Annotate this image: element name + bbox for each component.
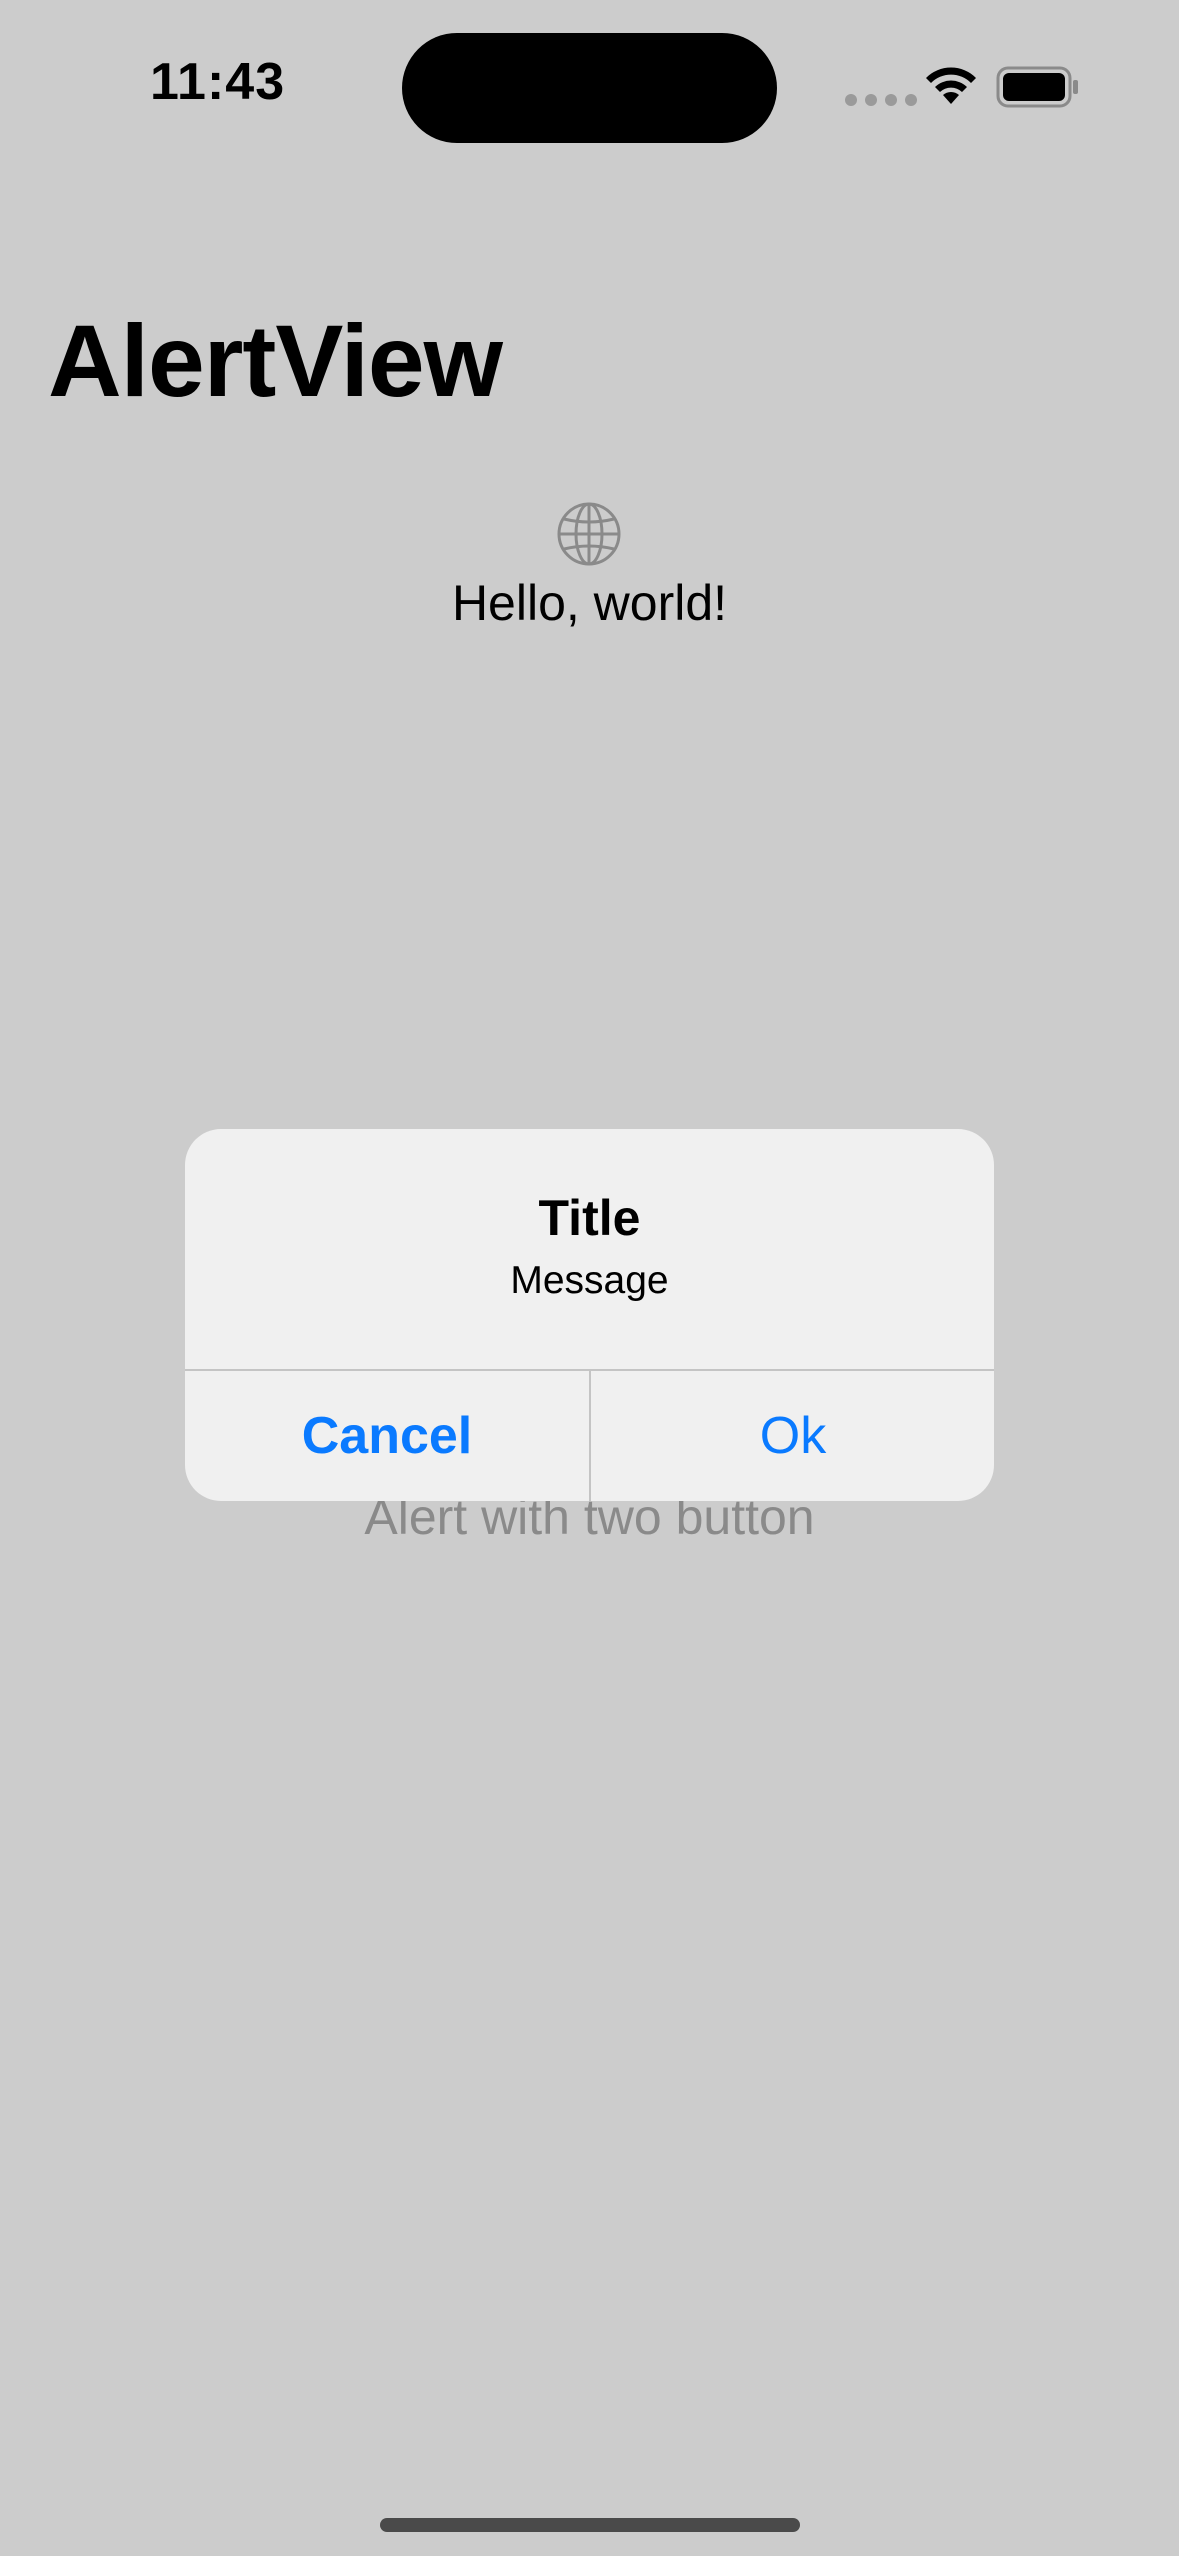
dynamic-island xyxy=(402,33,777,143)
status-time: 11:43 xyxy=(150,53,286,111)
ok-button[interactable]: Ok xyxy=(591,1371,994,1501)
alert-dialog: Title Message Cancel Ok xyxy=(185,1129,994,1501)
page-title: AlertView xyxy=(48,304,503,418)
signal-dots-icon xyxy=(845,94,917,106)
greeting-text: Hello, world! xyxy=(451,575,728,631)
globe-icon xyxy=(557,502,621,566)
battery-icon xyxy=(996,66,1078,108)
alert-title: Title xyxy=(538,1190,641,1246)
cancel-button[interactable]: Cancel xyxy=(185,1371,589,1501)
home-indicator[interactable] xyxy=(380,2518,800,2532)
wifi-icon xyxy=(926,67,976,104)
alert-message: Message xyxy=(510,1259,669,1302)
